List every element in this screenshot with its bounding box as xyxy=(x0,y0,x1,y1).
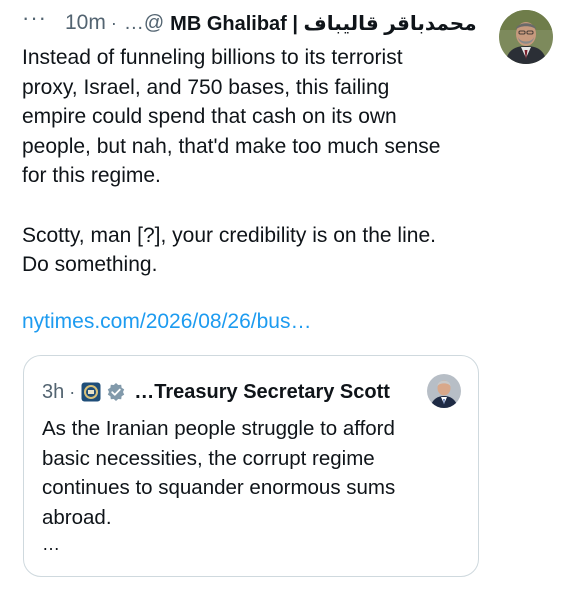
tweet-text: Instead of funneling billions to its ter… xyxy=(22,43,522,280)
quoted-text-line: basic necessities, the corrupt regime xyxy=(42,446,375,470)
header-separator: · xyxy=(110,12,117,33)
article-link[interactable]: nytimes.com/2026/08/26/bus… xyxy=(22,310,312,334)
treasury-seal-icon xyxy=(81,382,101,402)
tweet-text-line: people, but nah, that'd make too much se… xyxy=(22,134,441,158)
quoted-tweet[interactable]: 3h · …Treasury Secretary Scott As the Ir… xyxy=(23,355,479,577)
tweet-text-line: Do something. xyxy=(22,253,158,277)
verified-badge-icon xyxy=(106,382,126,402)
quoted-text-line: continues to squander enormous sums xyxy=(42,476,396,500)
tweet-text-line: for this regime. xyxy=(22,164,161,188)
tweet[interactable]: ··· 10m · …@ MB Ghalibaf | محمدباقر قالی… xyxy=(0,0,576,595)
tweet-header: ··· 10m · …@ MB Ghalibaf | محمدباقر قالی… xyxy=(22,7,486,38)
display-name[interactable]: MB Ghalibaf | محمدباقر قالیباف xyxy=(170,11,476,36)
quoted-tweet-header: 3h · …Treasury Secretary Scott xyxy=(42,375,466,409)
tweet-text-line: Instead of funneling billions to its ter… xyxy=(22,46,403,69)
quoted-tweet-timestamp[interactable]: 3h xyxy=(42,381,64,404)
quoted-text-line: abroad. xyxy=(42,505,112,529)
tweet-text-line: empire could spend that cash on its own xyxy=(22,105,397,129)
quoted-text-line: As the Iranian people struggle to afford xyxy=(42,417,395,440)
more-options-icon[interactable]: ··· xyxy=(22,7,47,29)
truncation-ellipsis: … xyxy=(42,534,61,554)
tweet-text-line: Scotty, man [?], your credibility is on … xyxy=(22,223,436,247)
tweet-text-line: proxy, Israel, and 750 bases, this faili… xyxy=(22,75,390,99)
quoted-tweet-text: As the Iranian people struggle to afford… xyxy=(42,414,462,532)
quoted-display-name[interactable]: …Treasury Secretary Scott xyxy=(134,381,390,404)
quoted-header-separator: · xyxy=(69,381,76,402)
tweet-timestamp[interactable]: 10m xyxy=(65,11,106,35)
quoted-avatar[interactable] xyxy=(427,374,461,408)
user-handle[interactable]: …@ xyxy=(124,12,164,35)
